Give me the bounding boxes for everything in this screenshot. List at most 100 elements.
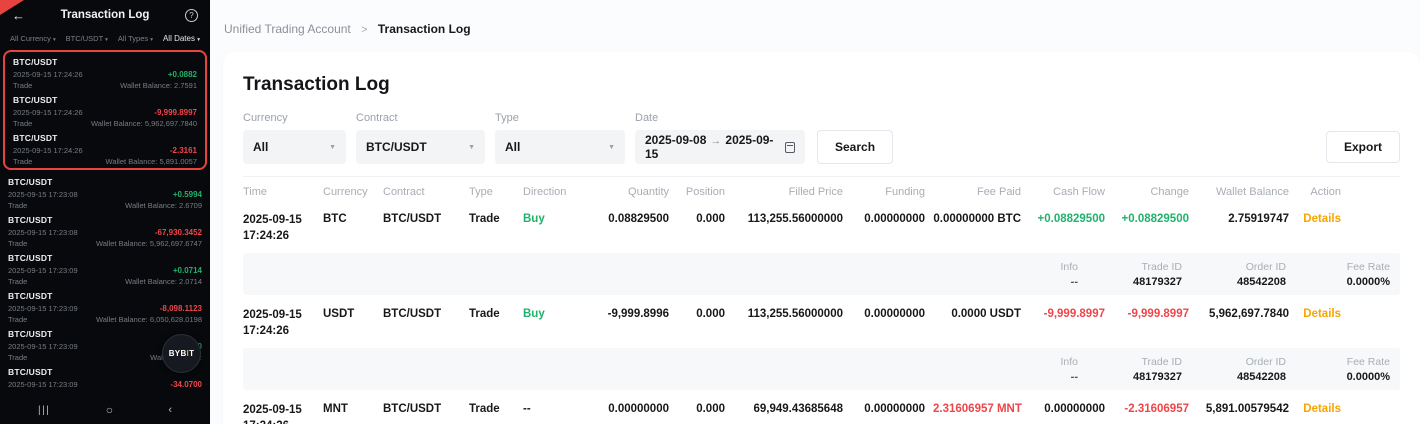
android-nav-bar: ||| ○ ‹: [0, 396, 210, 424]
recents-icon[interactable]: |||: [38, 405, 50, 416]
subcell-trade-id-value: 48179327: [1110, 371, 1182, 383]
cell-time: 2025-09-1517:24:26: [243, 213, 323, 244]
cell-currency: MNT: [323, 403, 383, 424]
table-row: 2025-09-1517:24:26BTCBTC/USDTTradeBuy0.0…: [243, 208, 1400, 247]
subcell-order-id: Order ID 48542208: [1214, 261, 1286, 288]
entry-wallet-balance: Wallet Balance: 5,962,697.6747: [96, 239, 202, 248]
entry-type-balance-line: TradeWallet Balance: 5,962,697.6747: [8, 239, 202, 248]
screenshot-root: ← Transaction Log ? All Currency ▾ BTC/U…: [0, 0, 1420, 424]
currency-label: Currency: [243, 112, 346, 124]
breadcrumb-parent-link[interactable]: Unified Trading Account: [224, 22, 351, 36]
subcell-info-label: Info: [1006, 356, 1078, 368]
table-header-row: TimeCurrencyContractTypeDirectionQuantit…: [243, 176, 1400, 208]
entry-change-value: -8,098.1123: [160, 304, 202, 313]
subcell-fee-rate-label: Fee Rate: [1318, 261, 1390, 273]
home-icon[interactable]: ○: [106, 403, 113, 417]
nav-back-icon[interactable]: ‹: [168, 404, 172, 416]
pair-label: BTC/USDT: [8, 215, 202, 225]
entry-type: Trade: [8, 277, 27, 286]
filter-all-currency[interactable]: All Currency ▾: [10, 34, 56, 43]
cell-wallet-balance: 5,962,697.7840: [1197, 308, 1297, 339]
subcell-trade-id-value: 48179327: [1110, 276, 1182, 288]
cell-change: -2.31606957: [1113, 403, 1197, 424]
chevron-down-icon: ▾: [105, 37, 108, 43]
cell-position: 0.000: [677, 403, 733, 424]
chevron-down-icon: ▾: [150, 37, 153, 43]
entry-time-change-line: 2025-09-15 17:24:26-9,999.8997: [13, 108, 197, 117]
entry-type-balance-line: TradeWallet Balance: 2.0714: [8, 277, 202, 286]
export-button[interactable]: Export: [1326, 131, 1400, 163]
cell-cash-flow: +0.08829500: [1029, 213, 1113, 244]
entry-type-balance-line: TradeWallet Balance: 2.7591: [13, 81, 197, 90]
subcell-fee-rate-label: Fee Rate: [1318, 356, 1390, 368]
help-icon[interactable]: ?: [185, 9, 198, 22]
subcell-info-value: --: [1006, 276, 1078, 288]
entry-time: 2025-09-15 17:23:09: [8, 342, 78, 351]
entry-time-change-line: 2025-09-15 17:23:09-34.0700: [8, 380, 202, 389]
details-link[interactable]: Details: [1297, 308, 1349, 339]
page-title: Transaction Log: [243, 74, 1400, 96]
entry-time-change-line: 2025-09-15 17:24:26-2.3161: [13, 146, 197, 155]
filter-pair[interactable]: BTC/USDT ▾: [66, 34, 108, 43]
date-label: Date: [635, 112, 805, 124]
subcell-order-id-label: Order ID: [1214, 261, 1286, 273]
mobile-log-entry[interactable]: BTC/USDT2025-09-15 17:23:08+0.5994TradeW…: [0, 173, 210, 211]
mobile-log-entry[interactable]: BTC/USDT2025-09-15 17:24:26-9,999.8997Tr…: [5, 91, 205, 129]
currency-select[interactable]: All▼: [243, 130, 346, 164]
subcell-trade-id-label: Trade ID: [1110, 356, 1182, 368]
subcell-order-id: Order ID48542208: [1214, 356, 1286, 383]
mobile-log-entry[interactable]: BTC/USDT2025-09-15 17:24:26+0.0882TradeW…: [5, 53, 205, 91]
cell-contract: BTC/USDT: [383, 403, 469, 424]
entry-type: Trade: [13, 81, 32, 90]
column-header: Position: [677, 186, 733, 198]
date-range-picker[interactable]: 2025-09-08→2025-09-15: [635, 130, 805, 164]
cell-type: Trade: [469, 403, 523, 424]
entry-time: 2025-09-15 17:23:08: [8, 228, 78, 237]
search-button[interactable]: Search: [817, 130, 893, 164]
cell-position: 0.000: [677, 213, 733, 244]
pair-label: BTC/USDT: [8, 291, 202, 301]
cell-funding: 0.00000000: [851, 403, 933, 424]
mobile-log-entry[interactable]: BTC/USDT 2025-09-15 17:23:08 -67,930.3452 T…: [0, 211, 210, 249]
mobile-log-entry[interactable]: BTC/USDT2025-09-15 17:24:26-2.3161TradeW…: [5, 129, 205, 167]
cell-cash-flow: -9,999.8997: [1029, 308, 1113, 339]
chevron-down-icon: ▾: [53, 37, 56, 43]
pair-label: BTC/USDT: [13, 57, 197, 67]
mobile-log-entry[interactable]: BTC/USDT2025-09-15 17:23:09-8,098.1123Tr…: [0, 287, 210, 325]
type-select[interactable]: All▼: [495, 130, 625, 164]
chevron-down-icon: ▾: [197, 37, 200, 43]
entry-time: 2025-09-15 17:24:26: [13, 108, 83, 117]
cell-fee-paid: 0.00000000 BTC: [933, 213, 1029, 244]
entry-change-value: -67,930.3452: [155, 228, 202, 237]
cell-wallet-balance: 5,891.00579542: [1197, 403, 1297, 424]
column-header: Direction: [523, 186, 587, 198]
column-header: Action: [1297, 186, 1349, 198]
contract-label: Contract: [356, 112, 485, 124]
cell-time-part: 17:24:26: [243, 229, 315, 245]
cell-filled-price: 113,255.56000000: [733, 308, 851, 339]
subcell-info: Info --: [1006, 356, 1078, 383]
subcell-trade-id: Trade ID 48179327: [1110, 356, 1182, 383]
type-filter: Type All▼: [495, 112, 625, 164]
entry-time: 2025-09-15 17:23:09: [8, 304, 78, 313]
desktop-web-panel: Unified Trading Account > Transaction Lo…: [210, 0, 1420, 424]
details-link[interactable]: Details: [1297, 213, 1349, 244]
mobile-log-entry[interactable]: BTC/USDT2025-09-15 17:23:09+0.0714TradeW…: [0, 249, 210, 287]
filter-all-types[interactable]: All Types ▾: [118, 34, 153, 43]
filters-row: Currency All▼ Contract BTC/USDT▼ Type Al…: [243, 112, 1400, 164]
arrow-right-icon: →: [710, 135, 721, 147]
filter-all-dates[interactable]: All Dates ▾: [163, 34, 200, 43]
cell-currency: USDT: [323, 308, 383, 339]
contract-select[interactable]: BTC/USDT▼: [356, 130, 485, 164]
column-header: Contract: [383, 186, 469, 198]
entry-time-change-line: 2025-09-15 17:23:08 -67,930.3452: [8, 228, 202, 237]
cell-type: Trade: [469, 213, 523, 244]
column-header: Type: [469, 186, 523, 198]
entry-wallet-balance: Wallet Balance: 5,962,697.7840: [91, 119, 197, 128]
cell-time-part: 17:24:26: [243, 324, 315, 340]
breadcrumb-separator: >: [361, 24, 367, 36]
subcell-info-value: --: [1006, 371, 1078, 383]
details-link[interactable]: Details: [1297, 403, 1349, 424]
breadcrumb-current: Transaction Log: [378, 22, 471, 36]
subcell-order-id-value: 48542208: [1214, 276, 1286, 288]
